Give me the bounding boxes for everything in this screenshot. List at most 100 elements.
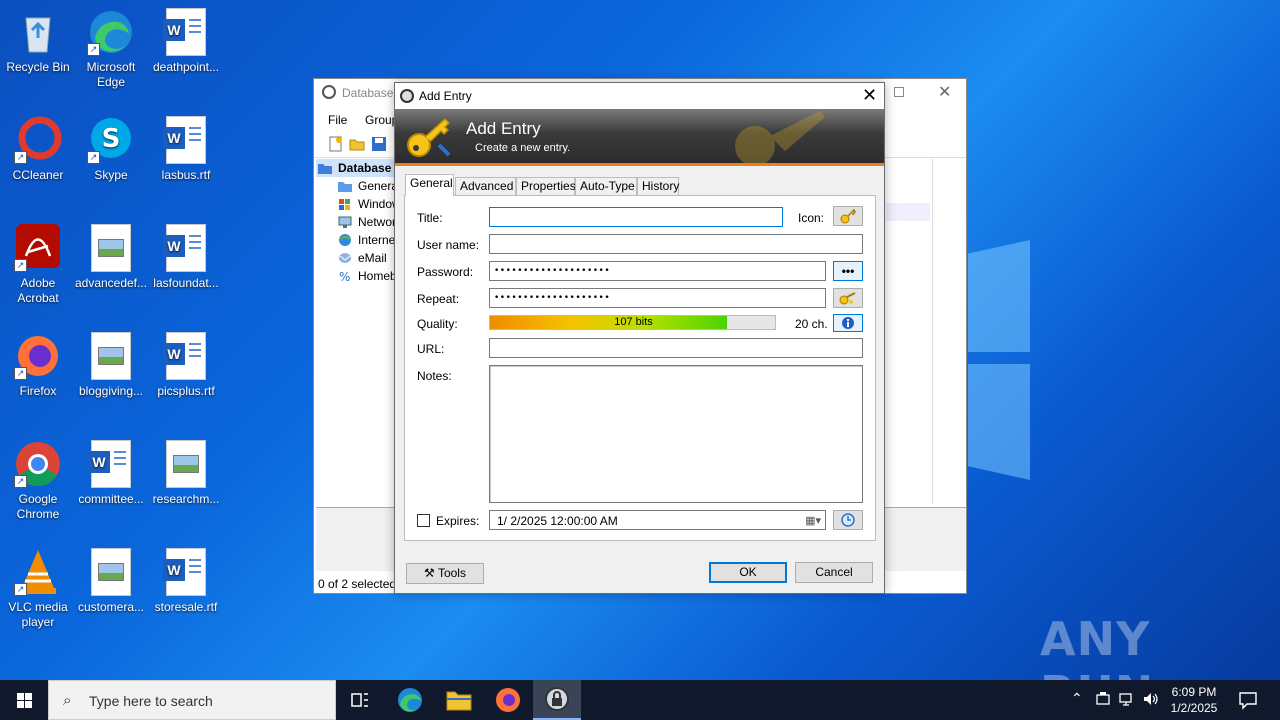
tree-item-internet[interactable]: Internet bbox=[316, 231, 400, 249]
general-tab-panel: Title: Icon: User name: Password: ••••••… bbox=[404, 195, 876, 541]
image-file-icon bbox=[91, 548, 131, 596]
folder-open-icon bbox=[318, 164, 332, 174]
task-view-button[interactable] bbox=[336, 680, 384, 720]
desktop-icon-label: Adobe Acrobat bbox=[17, 276, 59, 305]
entry-row[interactable] bbox=[886, 203, 930, 221]
calendar-dropdown-icon[interactable]: ▦▾ bbox=[805, 514, 821, 527]
dialog-titlebar[interactable]: Add Entry ✕ bbox=[395, 83, 884, 109]
repeat-label: Repeat: bbox=[417, 292, 460, 306]
acrobat-icon: ↗ bbox=[14, 224, 62, 272]
password-input[interactable]: •••••••••••••••••••• bbox=[489, 261, 826, 281]
desktop-icon-vlc[interactable]: ↗ VLC media player bbox=[0, 548, 76, 630]
expiry-date-picker[interactable]: 1/ 2/2025 12:00:00 AM ▦▾ bbox=[489, 510, 826, 530]
windows-icon bbox=[339, 199, 350, 210]
username-input[interactable] bbox=[489, 234, 863, 254]
repeat-password-input[interactable]: •••••••••••••••••••• bbox=[489, 288, 826, 308]
volume-icon[interactable] bbox=[1142, 691, 1160, 710]
tree-item-homebanking[interactable]: % Homebanking bbox=[316, 267, 400, 285]
desktop: ANY RUN Recycle Bin ↗ CCleaner ↗ Adobe A… bbox=[0, 0, 1280, 680]
tab-advanced[interactable]: Advanced bbox=[455, 177, 516, 196]
keepass-lock-icon bbox=[545, 687, 569, 711]
close-icon[interactable]: ✕ bbox=[862, 85, 877, 106]
word-doc-icon: W bbox=[163, 548, 206, 596]
tree-item-label: Internet bbox=[358, 233, 399, 247]
tools-button[interactable]: ⚒ Tools bbox=[406, 563, 484, 584]
menu-file[interactable]: File bbox=[328, 113, 347, 127]
banner-watermark-key-icon bbox=[735, 111, 825, 163]
search-placeholder: Type here to search bbox=[89, 693, 213, 709]
start-button[interactable] bbox=[0, 680, 48, 720]
expiry-presets-button[interactable] bbox=[833, 510, 863, 530]
image-file-icon bbox=[91, 224, 131, 272]
taskbar-keepass[interactable] bbox=[533, 680, 581, 720]
svg-text:%: % bbox=[339, 270, 350, 282]
add-entry-dialog[interactable]: Add Entry ✕ Add Entry Create a new entry… bbox=[394, 82, 885, 594]
tab-history[interactable]: History bbox=[637, 177, 679, 196]
taskbar-file-explorer[interactable] bbox=[435, 680, 483, 720]
desktop-icon-lasfoundat[interactable]: W lasfoundat... bbox=[148, 224, 224, 291]
word-doc-icon: W bbox=[163, 332, 206, 380]
new-database-icon[interactable] bbox=[328, 136, 344, 152]
desktop-icon-label: deathpoint... bbox=[152, 60, 220, 74]
tab-properties[interactable]: Properties bbox=[516, 177, 576, 196]
desktop-icon-lasbus[interactable]: W lasbus.rtf bbox=[148, 116, 224, 183]
tree-item-network[interactable]: Network bbox=[316, 213, 400, 231]
show-password-button[interactable]: ••• bbox=[833, 261, 863, 281]
tree-item-database[interactable]: Database bbox=[316, 159, 400, 177]
banner-title: Add Entry bbox=[466, 119, 541, 138]
cancel-button[interactable]: Cancel bbox=[795, 562, 873, 583]
taskbar-edge[interactable] bbox=[386, 680, 434, 720]
taskbar-search-box[interactable]: ⌕ Type here to search bbox=[48, 680, 336, 720]
tree-item-windows[interactable]: Windows bbox=[316, 195, 400, 213]
image-file-icon bbox=[91, 332, 131, 380]
desktop-icon-storesale[interactable]: W storesale.rtf bbox=[148, 548, 224, 615]
desktop-icon-deathpoint[interactable]: W deathpoint... bbox=[148, 8, 224, 75]
title-input[interactable] bbox=[489, 207, 783, 227]
desktop-icon-adobe-acrobat[interactable]: ↗ Adobe Acrobat bbox=[0, 224, 76, 306]
icon-picker-button[interactable] bbox=[833, 206, 863, 226]
notes-textarea[interactable] bbox=[489, 365, 863, 503]
notifications-icon[interactable] bbox=[1238, 690, 1258, 713]
network-icon[interactable] bbox=[1119, 691, 1135, 710]
save-icon[interactable] bbox=[371, 136, 387, 152]
tree-item-email[interactable]: eMail bbox=[316, 249, 400, 267]
tab-general[interactable]: General bbox=[405, 174, 454, 196]
expires-checkbox[interactable] bbox=[417, 514, 430, 527]
icon-label: Icon: bbox=[798, 211, 825, 225]
tab-auto-type[interactable]: Auto-Type bbox=[575, 177, 637, 196]
desktop-icon-picsplus[interactable]: W picsplus.rtf bbox=[148, 332, 224, 399]
quality-info-button[interactable] bbox=[833, 314, 863, 332]
password-generator-button[interactable] bbox=[833, 288, 863, 308]
taskbar-firefox[interactable] bbox=[484, 680, 532, 720]
desktop-icon-ccleaner[interactable]: ↗ CCleaner bbox=[0, 116, 76, 183]
desktop-icon-committee[interactable]: W committee... bbox=[73, 440, 149, 507]
chevron-up-icon[interactable]: ⌃ bbox=[1071, 690, 1083, 707]
desktop-icon-label: Microsoft Edge bbox=[86, 60, 136, 89]
clock-date: 1/2/2025 bbox=[1170, 701, 1218, 715]
desktop-icon-advancedef[interactable]: advancedef... bbox=[73, 224, 149, 291]
close-icon[interactable]: ✕ bbox=[938, 82, 951, 102]
desktop-icon-bloggiving[interactable]: bloggiving... bbox=[73, 332, 149, 399]
desktop-icon-skype[interactable]: S ↗ Skype bbox=[73, 116, 149, 183]
desktop-icon-recycle-bin[interactable]: Recycle Bin bbox=[0, 8, 76, 75]
ok-button[interactable]: OK bbox=[709, 562, 787, 583]
desktop-icon-label: lasbus.rtf bbox=[161, 168, 211, 182]
desktop-icon-researchm[interactable]: researchm... bbox=[148, 440, 224, 507]
shortcut-arrow-icon: ↗ bbox=[87, 43, 100, 56]
desktop-icon-microsoft-edge[interactable]: ↗ Microsoft Edge bbox=[73, 8, 149, 90]
taskbar-clock[interactable]: 6:09 PM 1/2/2025 bbox=[1162, 684, 1226, 716]
meet-now-icon[interactable] bbox=[1096, 691, 1110, 710]
desktop-icon-label: CCleaner bbox=[12, 168, 64, 182]
tree-item-general[interactable]: General bbox=[316, 177, 400, 195]
url-input[interactable] bbox=[489, 338, 863, 358]
edge-icon: ↗ bbox=[87, 8, 135, 56]
desktop-icon-label: researchm... bbox=[152, 492, 220, 506]
image-file-icon bbox=[166, 440, 206, 488]
tree-item-label: Database bbox=[338, 161, 392, 175]
desktop-icon-firefox[interactable]: ↗ Firefox bbox=[0, 332, 76, 399]
desktop-icon-google-chrome[interactable]: ↗ Google Chrome bbox=[0, 440, 76, 522]
desktop-icon-customera[interactable]: customera... bbox=[73, 548, 149, 615]
desktop-icon-label: bloggiving... bbox=[78, 384, 144, 398]
maximize-button[interactable] bbox=[894, 87, 904, 97]
open-folder-icon[interactable] bbox=[349, 136, 365, 152]
